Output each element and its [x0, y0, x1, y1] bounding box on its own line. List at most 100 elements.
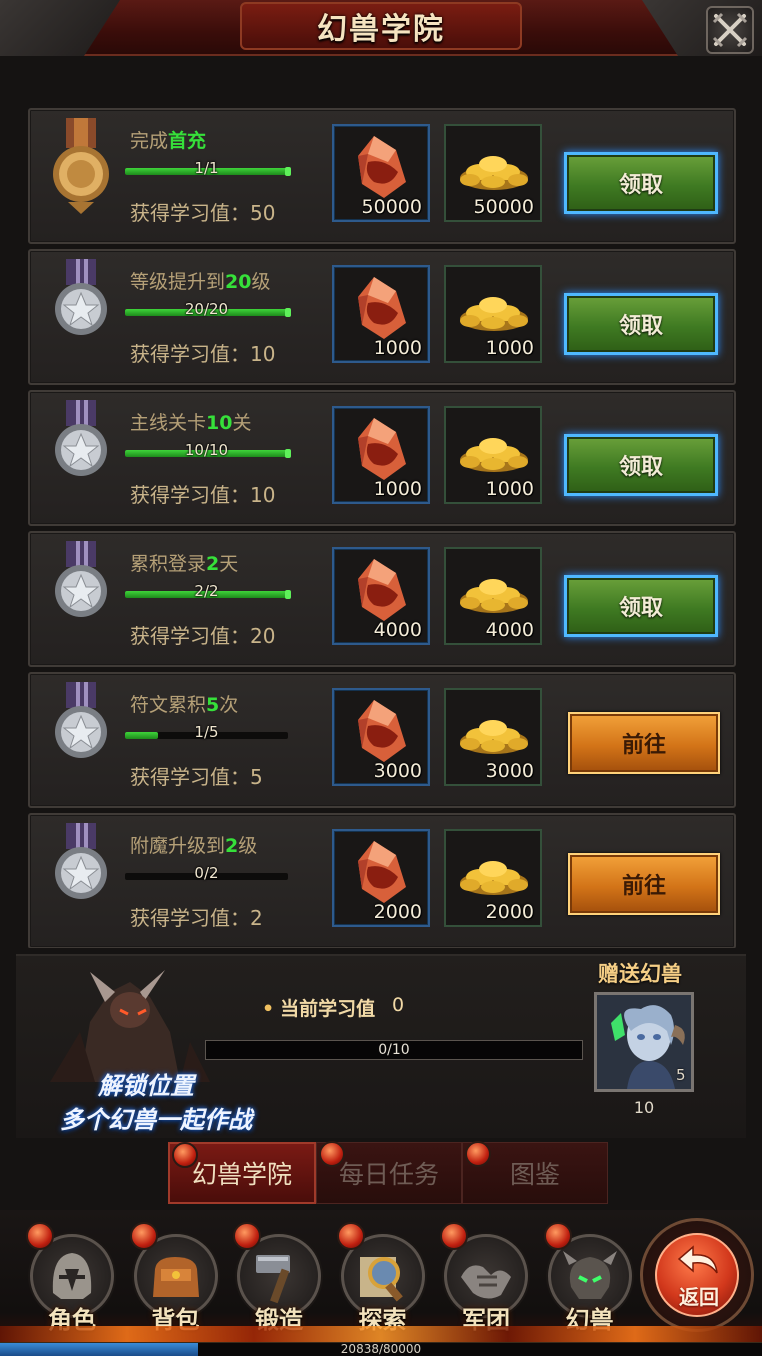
silver-medal-icon — [55, 823, 107, 899]
button-label: 前往 — [621, 874, 666, 899]
title-bar: 幻兽学院 — [0, 0, 762, 56]
task-name: 主线关卡10关 — [130, 412, 252, 434]
item-quantity: 3000 — [373, 760, 422, 782]
gold-ingots-icon — [460, 438, 528, 472]
demon-warrior-art — [50, 970, 210, 1082]
reward-item-gold[interactable]: 1000 — [444, 406, 542, 504]
reward-item-crystal[interactable]: 3000 — [332, 688, 430, 786]
medal-icon — [48, 541, 114, 637]
item-quantity: 1000 — [485, 337, 534, 359]
silver-medal-icon — [55, 541, 107, 617]
task-name: 附魔升级到2级 — [130, 835, 258, 857]
reward-item-crystal[interactable]: 1000 — [332, 406, 430, 504]
silver-medal-icon — [55, 259, 107, 335]
title-plate: 幻兽学院 — [240, 2, 522, 50]
reward-item-gold[interactable]: 50000 — [444, 124, 542, 222]
go-button[interactable]: 前往 — [568, 853, 720, 915]
notification-dot — [26, 1222, 54, 1250]
claim-button[interactable]: 领取 — [564, 152, 718, 214]
silver-medal-icon — [55, 400, 107, 476]
notification-dot — [233, 1222, 261, 1250]
reward-item-gold[interactable]: 2000 — [444, 829, 542, 927]
item-quantity: 2000 — [373, 901, 422, 923]
crossed-swords-icon — [712, 12, 748, 48]
medal-icon — [48, 400, 114, 496]
task-row: 符文累积5次 1/5 获得学习值：5 3000 3000 前往 — [28, 672, 736, 808]
title-ornament-left — [0, 0, 120, 56]
tab-collection[interactable]: 图鉴 — [462, 1141, 608, 1204]
item-quantity: 4000 — [485, 619, 534, 641]
task-name: 等级提升到20级 — [130, 271, 271, 293]
gift-title: 赠送幻兽 — [598, 961, 682, 986]
notification-dot — [172, 1142, 198, 1168]
go-button[interactable]: 前往 — [568, 712, 720, 774]
reward-item-gold[interactable]: 1000 — [444, 265, 542, 363]
gold-ingots-icon — [460, 297, 528, 331]
task-row: 等级提升到20级 20/20 获得学习值：10 1000 1000 领取 — [28, 249, 736, 385]
medal-icon — [48, 259, 114, 355]
gift-requirement: 10 — [633, 1098, 655, 1117]
claim-button[interactable]: 领取 — [564, 575, 718, 637]
task-list[interactable]: 完成首充 1/1 获得学习值：50 50000 50000 领取 等级提升到20级 20/20… — [28, 108, 736, 948]
reward-label: 获得学习值：10 — [130, 342, 276, 366]
medal-icon — [48, 823, 114, 919]
handshake-icon — [461, 1265, 511, 1299]
claim-button[interactable]: 领取 — [564, 434, 718, 496]
item-quantity: 50000 — [473, 196, 534, 218]
notification-dot — [319, 1141, 345, 1167]
reward-item-gold[interactable]: 3000 — [444, 688, 542, 786]
silver-medal-icon — [55, 682, 107, 758]
reward-label: 获得学习值：5 — [130, 765, 263, 789]
close-button[interactable] — [706, 6, 754, 54]
gold-ingots-icon — [460, 861, 528, 895]
medal-icon — [48, 682, 114, 778]
item-quantity: 1000 — [485, 478, 534, 500]
item-quantity: 1000 — [373, 478, 422, 500]
reward-item-crystal[interactable]: 4000 — [332, 547, 430, 645]
reward-item-crystal[interactable]: 50000 — [332, 124, 430, 222]
fire-strip — [0, 1326, 762, 1342]
item-quantity: 50000 — [361, 196, 422, 218]
bullet-icon: • — [262, 998, 275, 1020]
notification-dot — [129, 1222, 158, 1250]
unlock-line-1: 解锁位置 — [98, 1071, 194, 1100]
helmet-icon — [52, 1253, 92, 1299]
back-label: 返回 — [679, 1285, 719, 1309]
tab-beast-academy[interactable]: 幻兽学院 — [168, 1142, 316, 1204]
tab-bar: 幻兽学院 每日任务 图鉴 — [168, 1141, 608, 1206]
study-value: 0 — [392, 994, 405, 1016]
medal-icon — [48, 118, 114, 214]
button-label: 前往 — [621, 733, 666, 758]
gold-ingots-icon — [460, 156, 528, 190]
notification-dot — [336, 1222, 365, 1250]
task-row: 累积登录2天 2/2 获得学习值：20 4000 4000 领取 — [28, 531, 736, 667]
gold-ingots-icon — [460, 720, 528, 754]
button-label: 领取 — [618, 455, 663, 480]
reward-item-gold[interactable]: 4000 — [444, 547, 542, 645]
reward-label: 获得学习值：2 — [130, 906, 263, 930]
red-crystal-icon — [358, 841, 406, 903]
tab-daily-tasks[interactable]: 每日任务 — [316, 1141, 462, 1204]
claim-button[interactable]: 领取 — [564, 293, 718, 355]
beast-icon — [562, 1251, 617, 1299]
gift-count: 5 — [676, 1066, 686, 1084]
button-label: 领取 — [618, 314, 663, 339]
gold-ingots-icon — [460, 579, 528, 613]
task-row: 主线关卡10关 10/10 获得学习值：10 1000 1000 领取 — [28, 390, 736, 526]
magnifier-icon — [359, 1257, 403, 1302]
item-quantity: 3000 — [485, 760, 534, 782]
red-crystal-icon — [358, 136, 406, 198]
reward-label: 获得学习值：10 — [130, 483, 276, 507]
exp-text: 20838/80000 — [340, 1342, 422, 1356]
tab-label: 幻兽学院 — [191, 1160, 292, 1189]
reward-label: 获得学习值：20 — [130, 624, 276, 648]
notification-dot — [465, 1141, 491, 1167]
back-button[interactable]: 返回 — [640, 1218, 754, 1332]
item-quantity: 2000 — [485, 901, 534, 923]
item-quantity: 1000 — [373, 337, 422, 359]
reward-item-crystal[interactable]: 1000 — [332, 265, 430, 363]
reward-item-crystal[interactable]: 2000 — [332, 829, 430, 927]
tab-label: 图鉴 — [509, 1160, 560, 1189]
red-crystal-icon — [358, 559, 406, 621]
page-title: 幻兽学院 — [317, 12, 445, 47]
